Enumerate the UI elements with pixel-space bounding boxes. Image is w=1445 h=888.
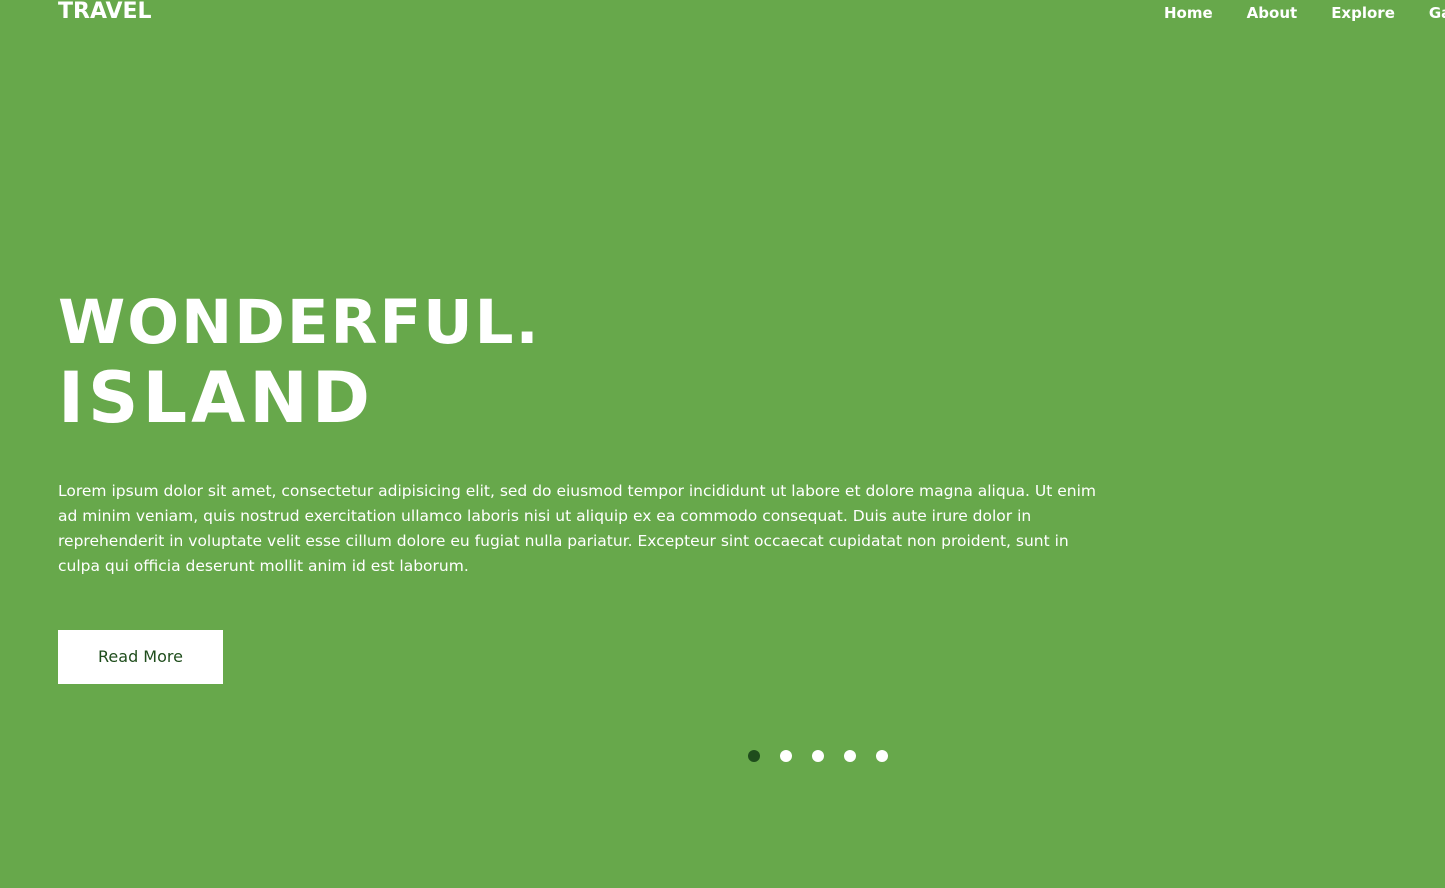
carousel-dot-2[interactable] xyxy=(780,750,792,762)
main-nav: Home About Explore Ga xyxy=(1164,2,1445,24)
hero-title-line2: ISLAND xyxy=(58,357,374,439)
hero-title-line1: WONDERFUL. xyxy=(58,287,541,358)
nav-item-home[interactable]: Home xyxy=(1164,2,1213,24)
nav-item-explore[interactable]: Explore xyxy=(1331,2,1395,24)
carousel-dot-5[interactable] xyxy=(876,750,888,762)
nav-item-gallery[interactable]: Ga xyxy=(1429,2,1445,24)
hero-description: Lorem ipsum dolor sit amet, consectetur … xyxy=(58,482,1096,575)
carousel-dot-4[interactable] xyxy=(844,750,856,762)
nav-item-about[interactable]: About xyxy=(1247,2,1298,24)
read-more-button[interactable]: Read More xyxy=(58,630,223,684)
carousel-dot-1[interactable] xyxy=(748,750,760,762)
carousel-dots xyxy=(748,750,908,762)
carousel-dot-3[interactable] xyxy=(812,750,824,762)
site-logo[interactable]: TRAVEL xyxy=(58,0,152,26)
